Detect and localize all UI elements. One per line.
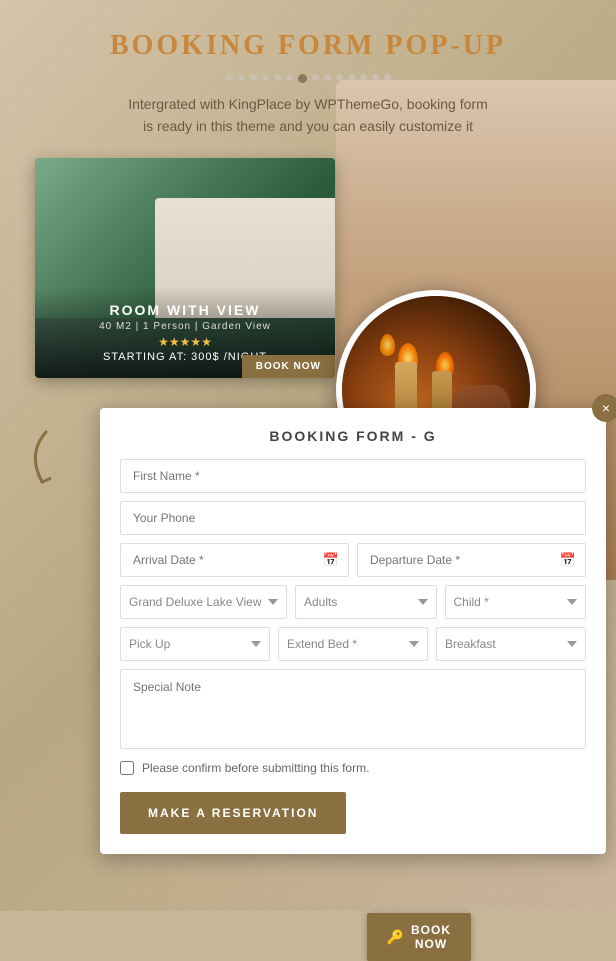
special-note-textarea[interactable] <box>120 669 586 749</box>
first-name-row <box>120 459 586 493</box>
dates-row: 📅 📅 <box>120 543 586 577</box>
room-details: 40 M2 | 1 Person | Garden View <box>50 321 320 332</box>
dot-13[interactable] <box>372 74 379 81</box>
dot-14[interactable] <box>384 74 391 81</box>
departure-date-wrapper: 📅 <box>357 543 586 577</box>
arrival-date-input[interactable] <box>120 543 349 577</box>
dot-1[interactable] <box>226 74 233 81</box>
first-name-input[interactable] <box>120 459 586 493</box>
confirm-row: Please confirm before submitting this fo… <box>120 761 586 775</box>
room-title: ROOM WITH VIEW <box>50 302 320 318</box>
pickup-select[interactable]: Pick Up Airport Pickup Hotel Pickup <box>120 627 270 661</box>
subtitle: Intergrated with KingPlace by WPThemeGo,… <box>20 93 596 138</box>
arrow-indicator <box>12 414 107 521</box>
booking-modal: × BOOKING FORM - G 📅 📅 Grand Deluxe Lake… <box>100 408 606 854</box>
key-icon: 🔑 <box>387 929 405 946</box>
dot-12[interactable] <box>360 74 367 81</box>
dot-4[interactable] <box>262 74 269 81</box>
dot-6[interactable] <box>286 74 293 81</box>
special-note-row <box>120 669 586 749</box>
extend-bed-select[interactable]: Extend Bed * No Yes <box>278 627 428 661</box>
dot-11[interactable] <box>348 74 355 81</box>
room-type-select[interactable]: Grand Deluxe Lake View Deluxe Room Suite… <box>120 585 287 619</box>
reserve-button[interactable]: MAKE A RESERVATION <box>120 792 346 834</box>
room-adults-child-row: Grand Deluxe Lake View Deluxe Room Suite… <box>120 585 586 619</box>
arrival-date-wrapper: 📅 <box>120 543 349 577</box>
adults-select[interactable]: Adults 1 Adult 2 Adults 3 Adults <box>295 585 437 619</box>
subtitle-line1: Intergrated with KingPlace by WPThemeGo,… <box>128 96 488 112</box>
breakfast-select[interactable]: Breakfast No Breakfast Breakfast Include… <box>436 627 586 661</box>
room-card: 🖼 ROOM WITH VIEW 40 M2 | 1 Person | Gard… <box>35 158 335 378</box>
dot-5[interactable] <box>274 74 281 81</box>
dot-7-active[interactable] <box>298 74 307 83</box>
dot-8[interactable] <box>312 74 319 81</box>
confirm-checkbox[interactable] <box>120 761 134 775</box>
dot-3[interactable] <box>250 74 257 81</box>
extras-row: Pick Up Airport Pickup Hotel Pickup Exte… <box>120 627 586 661</box>
phone-input[interactable] <box>120 501 586 535</box>
dots-navigation[interactable] <box>20 74 596 83</box>
dot-9[interactable] <box>324 74 331 81</box>
title-section: BOOKING FORM POP-UP <box>20 30 596 62</box>
dot-10[interactable] <box>336 74 343 81</box>
page-title: BOOKING FORM POP-UP <box>20 30 596 62</box>
phone-row <box>120 501 586 535</box>
card-book-button[interactable]: BOOK NOW <box>242 355 335 378</box>
room-stars: ★★★★★ <box>50 335 320 349</box>
dot-2[interactable] <box>238 74 245 81</box>
close-button[interactable]: × <box>592 394 616 422</box>
book-now-overlay-label: BOOK NOW <box>411 923 451 951</box>
book-now-overlay-button[interactable]: 🔑 BOOK NOW <box>367 913 471 961</box>
subtitle-line2: is ready in this theme and you can easil… <box>143 118 473 134</box>
child-select[interactable]: Child * 0 Child 1 Child 2 Children <box>445 585 587 619</box>
departure-date-input[interactable] <box>357 543 586 577</box>
confirm-text: Please confirm before submitting this fo… <box>142 761 369 775</box>
form-title: BOOKING FORM - G <box>120 428 586 444</box>
